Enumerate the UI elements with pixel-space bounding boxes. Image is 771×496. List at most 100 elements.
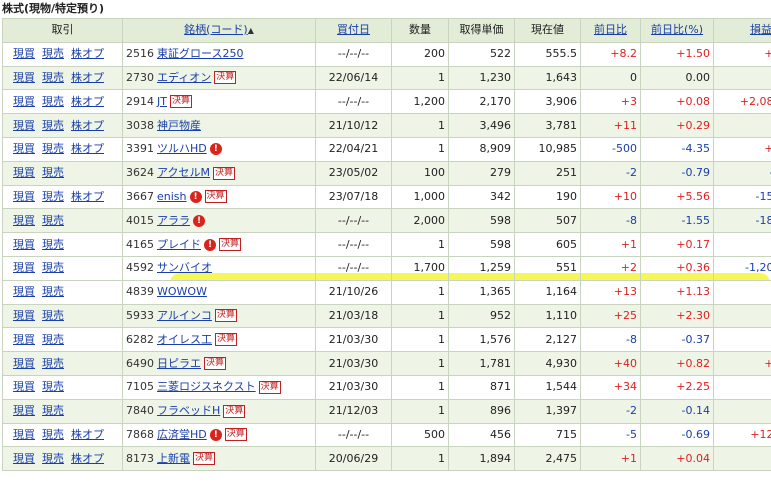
buy-link[interactable]: 現買	[13, 142, 35, 155]
sell-link[interactable]: 現売	[42, 190, 64, 203]
quantity: 1	[391, 398, 449, 424]
header-change-label[interactable]: 前日比	[594, 23, 627, 36]
alert-icon[interactable]: !	[189, 190, 202, 203]
alert-icon[interactable]: !	[204, 238, 216, 251]
sell-link[interactable]: 現売	[42, 404, 64, 417]
sell-link[interactable]: 現売	[42, 428, 64, 441]
settlement-badge[interactable]: 決算	[204, 357, 227, 371]
sell-link[interactable]: 現売	[42, 71, 64, 84]
sell-link[interactable]: 現売	[42, 238, 64, 251]
option-link[interactable]: 株オプ	[71, 95, 104, 108]
stock-name-link[interactable]: 日ピラエ	[157, 357, 201, 370]
stock-name-link[interactable]: 上新電	[157, 452, 190, 465]
stock-name-link[interactable]: アルインコ	[157, 309, 212, 322]
buy-link[interactable]: 現買	[13, 166, 35, 179]
sell-link[interactable]: 現売	[42, 166, 64, 179]
header-pnl-label[interactable]: 損益	[750, 23, 771, 36]
sell-link[interactable]: 現売	[42, 309, 64, 322]
sell-link[interactable]: 現売	[42, 357, 64, 370]
buy-link[interactable]: 現買	[13, 333, 35, 346]
stock-name-link[interactable]: 三菱ロジスネクスト	[157, 380, 256, 393]
name-cell: 5933 アルインコ 決算	[122, 303, 316, 329]
avg-cost: 3,496	[448, 113, 515, 138]
header-pnl[interactable]: 損益	[713, 18, 771, 43]
buy-link[interactable]: 現買	[13, 285, 35, 298]
buy-link[interactable]: 現買	[13, 214, 35, 227]
profit-loss: +285	[713, 113, 771, 138]
header-name-label[interactable]: 銘柄(コード)	[184, 23, 248, 36]
stock-name-link[interactable]: アララ	[157, 214, 190, 227]
buy-link[interactable]: 現買	[13, 261, 35, 274]
buy-link[interactable]: 現買	[13, 119, 35, 132]
option-link[interactable]: 株オプ	[71, 142, 104, 155]
settlement-badge[interactable]: 決算	[258, 380, 281, 394]
sell-link[interactable]: 現売	[42, 214, 64, 227]
buy-link[interactable]: 現買	[13, 452, 35, 465]
stock-name-link[interactable]: サンバイオ	[157, 261, 212, 274]
settlement-badge[interactable]: 決算	[214, 309, 237, 323]
stock-code: 8173	[126, 451, 154, 465]
settlement-badge[interactable]: 決算	[223, 404, 246, 418]
option-link[interactable]: 株オプ	[71, 119, 104, 132]
buy-link[interactable]: 現買	[13, 428, 35, 441]
stock-name-link[interactable]: WOWOW	[157, 285, 207, 298]
option-link[interactable]: 株オプ	[71, 71, 104, 84]
stock-name-link[interactable]: ツルハHD	[157, 142, 207, 155]
sell-link[interactable]: 現売	[42, 47, 64, 60]
alert-icon[interactable]: !	[209, 143, 222, 156]
option-link[interactable]: 株オプ	[71, 190, 104, 203]
stock-name-link[interactable]: アクセルM	[157, 166, 210, 179]
buy-link[interactable]: 現買	[13, 380, 35, 393]
buy-link[interactable]: 現買	[13, 238, 35, 251]
sell-link[interactable]: 現売	[42, 95, 64, 108]
sell-link[interactable]: 現売	[42, 142, 64, 155]
header-change-pct[interactable]: 前日比(%)	[640, 18, 714, 43]
stock-name-link[interactable]: enish	[157, 190, 187, 203]
settlement-badge[interactable]: 決算	[212, 166, 235, 180]
buy-link[interactable]: 現買	[13, 47, 35, 60]
alert-icon[interactable]: !	[193, 214, 205, 227]
buy-date: 21/03/30	[315, 351, 392, 376]
stock-name-link[interactable]: JT	[157, 95, 167, 108]
stock-name-link[interactable]: 東証グロース250	[157, 47, 243, 60]
header-name[interactable]: 銘柄(コード)▲	[122, 18, 316, 43]
sell-link[interactable]: 現売	[42, 119, 64, 132]
sell-link[interactable]: 現売	[42, 285, 64, 298]
settlement-badge[interactable]: 決算	[214, 71, 237, 85]
buy-link[interactable]: 現買	[13, 309, 35, 322]
settlement-badge[interactable]: 決算	[193, 452, 216, 466]
buy-link[interactable]: 現買	[13, 404, 35, 417]
settlement-badge[interactable]: 決算	[204, 190, 227, 204]
stock-name-link[interactable]: 神戸物産	[157, 119, 201, 132]
settlement-badge[interactable]: 決算	[215, 333, 238, 347]
sell-link[interactable]: 現売	[42, 380, 64, 393]
sell-link[interactable]: 現売	[42, 261, 64, 274]
settlement-badge[interactable]: 決算	[219, 238, 242, 252]
buy-link[interactable]: 現買	[13, 95, 35, 108]
header-change-pct-label[interactable]: 前日比(%)	[651, 23, 703, 36]
settlement-badge[interactable]: 決算	[169, 95, 192, 109]
buy-link[interactable]: 現買	[13, 357, 35, 370]
header-date-label[interactable]: 買付日	[337, 23, 370, 36]
option-link[interactable]: 株オプ	[71, 47, 104, 60]
alert-icon[interactable]: !	[209, 428, 222, 441]
option-link[interactable]: 株オプ	[71, 428, 104, 441]
day-change: +8.2	[580, 41, 641, 67]
buy-link[interactable]: 現買	[13, 71, 35, 84]
stock-name-link[interactable]: エディオン	[157, 71, 211, 84]
buy-link[interactable]: 現買	[13, 190, 35, 203]
sell-link[interactable]: 現売	[42, 333, 64, 346]
option-link[interactable]: 株オプ	[71, 452, 104, 465]
stock-code: 4592	[126, 261, 154, 275]
stock-name-link[interactable]: オイレス工	[157, 333, 212, 346]
day-change-pct: -4.35	[640, 136, 714, 162]
stock-name-link[interactable]: フラベッドH	[157, 404, 220, 417]
header-change[interactable]: 前日比	[580, 18, 641, 43]
settlement-badge[interactable]: 決算	[224, 428, 247, 442]
stock-code: 3038	[126, 118, 154, 132]
stock-name-link[interactable]: プレイド	[157, 238, 201, 251]
sell-link[interactable]: 現売	[42, 452, 64, 465]
table-row: 現買 現売 7105 三菱ロジスネクスト 決算 21/03/30 1 871 1,544 +34 +…	[2, 374, 771, 400]
stock-name-link[interactable]: 広済堂HD	[157, 428, 207, 441]
header-date[interactable]: 買付日	[315, 18, 392, 43]
